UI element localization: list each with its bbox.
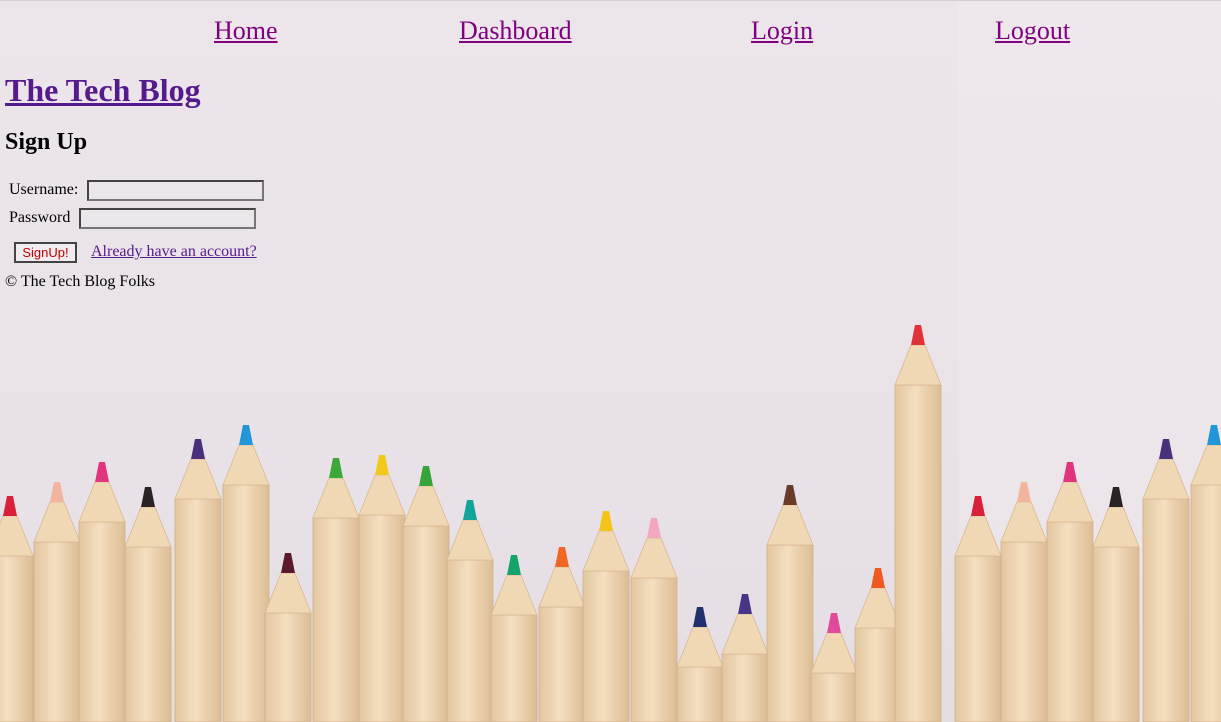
pencil-body [174,498,222,722]
nav-link-dashboard[interactable]: Dashboard [459,16,572,46]
already-have-account-link[interactable]: Already have an account? [91,243,257,261]
pencil-body [78,521,126,722]
footer-copyright: © The Tech Blog Folks [5,273,155,290]
pencil-body [264,612,312,722]
pencil-body [1046,521,1094,722]
pencil-body [358,514,406,722]
pencil-body [854,627,902,722]
pencil-body [446,559,494,722]
pencil-body [402,525,450,722]
password-label: Password [9,209,71,226]
pencil-body [894,384,942,722]
pencil-body [1092,546,1140,722]
site-title-link[interactable]: The Tech Blog [5,70,201,110]
password-input[interactable] [79,208,256,229]
pencil-body [630,577,678,722]
top-navigation: Home Dashboard Login Logout [0,0,1221,62]
pencil-body [222,484,270,722]
pencil-body [490,614,538,722]
pencil-body [124,546,172,722]
pencil-body [954,555,1002,722]
pencil-body [1000,541,1048,722]
nav-link-home[interactable]: Home [214,16,278,46]
pencil-body [766,544,814,722]
pencil-body [676,666,724,722]
signup-button[interactable]: SignUp! [14,242,77,263]
pencil-body [582,570,630,722]
pencil-body [33,541,81,722]
username-label: Username: [9,181,79,198]
pencil-body [0,555,34,722]
pencil-body [1142,498,1190,722]
username-input[interactable] [87,180,264,201]
pencil-body [1190,484,1221,722]
nav-link-logout[interactable]: Logout [995,16,1070,46]
pencil-body [721,653,769,722]
pencil-body [810,672,858,722]
signup-heading: Sign Up [5,129,88,155]
nav-link-login[interactable]: Login [751,16,813,46]
pencil-body [538,606,586,722]
top-divider [0,0,1221,1]
pencil-body [312,517,360,722]
